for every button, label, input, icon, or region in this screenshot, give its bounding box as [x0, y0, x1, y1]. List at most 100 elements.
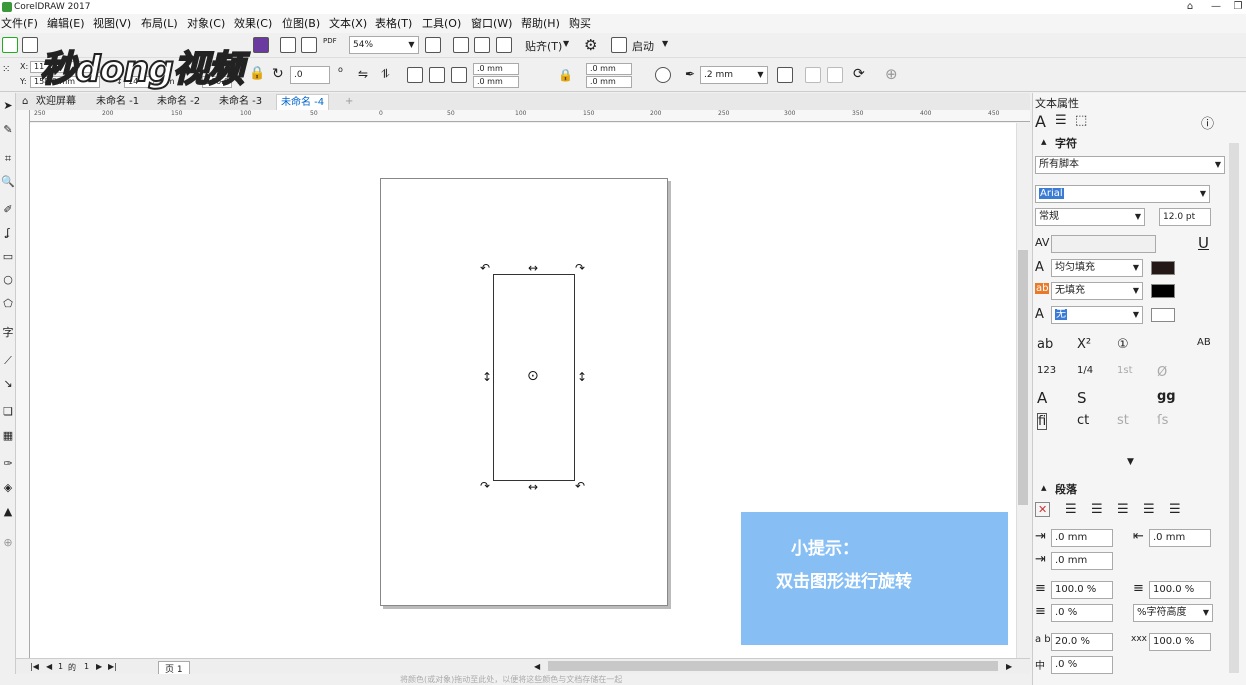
paragraph-tab-icon[interactable]: ☰: [1055, 113, 1067, 128]
zoom-level-field[interactable]: 54%: [349, 36, 406, 54]
menu-text[interactable]: 文本(X): [329, 16, 367, 32]
convert-to-curves-icon[interactable]: ⟳: [853, 66, 865, 82]
language-spacing-field[interactable]: .0 %: [1051, 656, 1113, 674]
tab-untitled-2[interactable]: 未命名 -2: [153, 94, 204, 110]
crop-tool-icon[interactable]: ⌗: [1, 152, 15, 166]
add-icon[interactable]: ⊕: [885, 65, 898, 83]
line-spacing-unit-select[interactable]: %字符高度 ▼: [1133, 604, 1213, 622]
word-spacing-field[interactable]: 100.0 %: [1149, 633, 1211, 651]
scroll-left-icon[interactable]: ◀: [534, 662, 540, 671]
show-grid-icon[interactable]: [474, 37, 490, 53]
restore-button[interactable]: ❐: [1228, 0, 1246, 14]
drop-shadow-tool-icon[interactable]: ❏: [1, 405, 15, 419]
outline-width-dropdown-arrow[interactable]: ▼: [754, 66, 768, 84]
swash-icon[interactable]: A: [1037, 389, 1047, 407]
menu-tools[interactable]: 工具(O): [422, 16, 461, 32]
menu-edit[interactable]: 编辑(E): [47, 16, 85, 32]
export-icon[interactable]: [301, 37, 317, 53]
vertical-scroll-thumb[interactable]: [1018, 250, 1028, 505]
tab-untitled-4[interactable]: 未命名 -4: [276, 94, 330, 110]
force-justify-icon[interactable]: ☰: [1169, 502, 1181, 517]
launch-menu[interactable]: 启动: [632, 38, 654, 54]
lining-figures-icon[interactable]: 123: [1037, 365, 1056, 376]
align-center-icon[interactable]: ☰: [1091, 502, 1103, 517]
menu-help[interactable]: 帮助(H): [521, 16, 560, 32]
polygon-tool-icon[interactable]: ⬠: [1, 297, 15, 311]
account-icon[interactable]: ⌂: [1180, 0, 1200, 14]
ordinals-icon[interactable]: 1st: [1117, 365, 1133, 376]
rotate-handle-br[interactable]: ↶: [575, 480, 585, 492]
circled-numeral-icon[interactable]: ①: [1117, 337, 1129, 352]
next-page-icon[interactable]: ▶: [96, 662, 102, 671]
scroll-right-icon[interactable]: ▶: [1006, 662, 1012, 671]
outline-style-swatch[interactable]: [1151, 308, 1175, 322]
zoom-dropdown-arrow[interactable]: ▼: [405, 36, 419, 54]
full-screen-icon[interactable]: [425, 37, 441, 53]
frame-tab-icon[interactable]: ⬚: [1075, 113, 1087, 128]
new-document-icon[interactable]: [2, 37, 18, 53]
menu-window[interactable]: 窗口(W): [471, 16, 512, 32]
outline-width-field[interactable]: .2 mm: [700, 66, 755, 84]
fi-ligature-icon[interactable]: fi: [1037, 413, 1048, 430]
background-fill-select[interactable]: 无填充 ▼: [1051, 282, 1143, 300]
font-style-select[interactable]: 常规 ▼: [1035, 208, 1145, 226]
skew-handle-bottom[interactable]: ↔: [528, 481, 538, 493]
panel-info-icon[interactable]: ⓘ: [1201, 113, 1214, 132]
prev-page-icon[interactable]: ◀: [46, 662, 52, 671]
space-before-field[interactable]: 100.0 %: [1051, 581, 1113, 599]
rotate-handle-tl[interactable]: ↶: [480, 262, 490, 274]
slashed-zero-icon[interactable]: Ø: [1157, 365, 1167, 380]
to-back-icon[interactable]: [827, 67, 843, 83]
new-tab-icon[interactable]: +: [341, 94, 357, 110]
skew-handle-top[interactable]: ↔: [528, 262, 538, 274]
add-tool-icon[interactable]: ⊕: [1, 536, 15, 550]
mirror-horizontal-icon[interactable]: ⇋: [358, 67, 368, 81]
historical-ligature-icon[interactable]: st: [1117, 413, 1129, 428]
panel-scrollbar[interactable]: [1229, 143, 1239, 673]
stylistic-set-icon[interactable]: S: [1077, 389, 1087, 407]
rotate-handle-bl[interactable]: ↷: [480, 480, 490, 492]
show-guidelines-icon[interactable]: [496, 37, 512, 53]
interactive-fill-tool-icon[interactable]: ◈: [1, 481, 15, 495]
freehand-tool-icon[interactable]: ✐: [1, 203, 15, 217]
snap-to-menu[interactable]: 贴齐(T): [525, 38, 562, 54]
expand-more-icon[interactable]: ▼: [1127, 457, 1134, 467]
menu-buy[interactable]: 购买: [569, 16, 591, 32]
font-size-field[interactable]: 12.0 pt: [1159, 208, 1211, 226]
import-effect-icon[interactable]: [253, 37, 269, 53]
text-fill-select[interactable]: 均匀填充 ▼: [1051, 259, 1143, 277]
no-alignment-icon[interactable]: ✕: [1035, 502, 1051, 517]
pick-tool-icon[interactable]: ➤: [1, 99, 15, 113]
text-outline-select[interactable]: 无 ▼: [1051, 306, 1143, 324]
left-indent-field[interactable]: .0 mm: [1051, 552, 1113, 570]
discretionary-ligature-icon[interactable]: ct: [1077, 413, 1089, 428]
menu-object[interactable]: 对象(C): [187, 16, 225, 32]
smart-fill-tool-icon[interactable]: ▲: [1, 505, 15, 519]
rotate-icon[interactable]: ↻: [272, 66, 284, 82]
corner-lock-icon[interactable]: 🔒: [558, 68, 573, 82]
menu-bitmaps[interactable]: 位图(B): [282, 16, 320, 32]
to-front-icon[interactable]: [805, 67, 821, 83]
menu-layout[interactable]: 布局(L): [141, 16, 178, 32]
kerning-field[interactable]: [1051, 235, 1156, 253]
launch-dropdown-arrow[interactable]: ▼: [662, 39, 668, 48]
tab-untitled-3[interactable]: 未命名 -3: [215, 94, 266, 110]
relative-scaling-icon[interactable]: [655, 67, 671, 83]
tab-welcome[interactable]: 欢迎屏幕: [32, 94, 80, 110]
right-indent-field[interactable]: .0 mm: [1149, 529, 1211, 547]
align-left-icon[interactable]: ☰: [1065, 502, 1077, 517]
collapse-char-icon[interactable]: ▴: [1041, 135, 1047, 148]
text-tool-icon[interactable]: 字: [1, 326, 15, 340]
fractions-icon[interactable]: 1/4: [1077, 365, 1093, 376]
menu-file[interactable]: 文件(F): [1, 16, 38, 32]
horizontal-scroll-thumb[interactable]: [548, 661, 998, 671]
snap-dropdown-arrow[interactable]: ▼: [563, 39, 569, 48]
artistic-media-tool-icon[interactable]: ʆ: [1, 226, 15, 240]
font-select[interactable]: Arial ▼: [1035, 185, 1210, 203]
skew-handle-right[interactable]: ↕: [577, 371, 587, 383]
contextual-alternates-icon[interactable]: gg: [1157, 389, 1176, 404]
minimize-button[interactable]: —: [1206, 0, 1226, 14]
chamfered-corner-icon[interactable]: [451, 67, 467, 83]
ellipse-tool-icon[interactable]: ○: [1, 273, 15, 287]
line-spacing-field[interactable]: 100.0 %: [1149, 581, 1211, 599]
